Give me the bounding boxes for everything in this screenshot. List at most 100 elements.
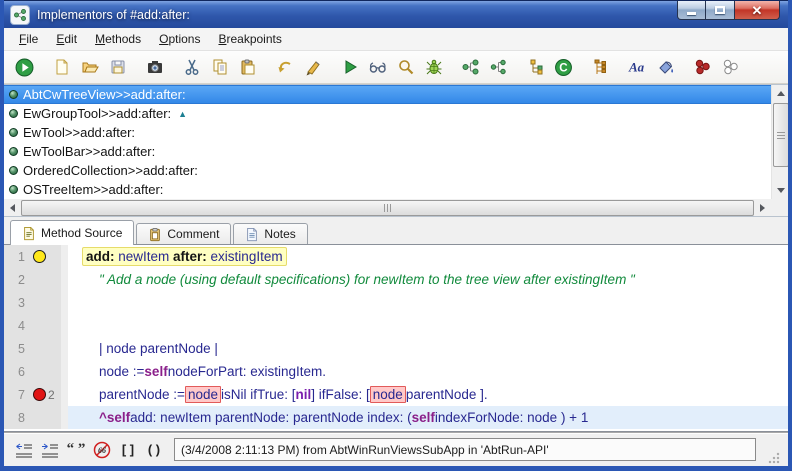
senders-graph-icon[interactable] — [458, 55, 483, 80]
implementor-row[interactable]: AbtCwTreeView>>add:after: — [4, 85, 771, 104]
breakpoint-gutter[interactable] — [30, 291, 61, 314]
parentheses-icon[interactable]: ( ) — [142, 439, 166, 461]
screenshot-icon[interactable] — [142, 55, 167, 80]
undo-icon[interactable] — [272, 55, 297, 80]
breakpoint-gutter[interactable] — [30, 245, 61, 268]
yellow-breakpoint-icon[interactable] — [33, 250, 46, 263]
editor-line-3[interactable]: 3 — [4, 291, 788, 314]
class-c-icon[interactable]: C — [551, 55, 576, 80]
code-segment: ^ — [99, 410, 107, 425]
tab-label: Notes — [264, 227, 295, 241]
window-controls: ✕ — [677, 1, 780, 20]
editor-line-7[interactable]: 7 2 parentNode := node isNil ifTrue: [ nil… — [4, 383, 788, 406]
red-breakpoint-icon[interactable] — [33, 388, 46, 401]
cut-icon[interactable] — [179, 55, 204, 80]
close-button[interactable]: ✕ — [734, 1, 780, 20]
code-line-text: add: newItem after: existingItem — [68, 245, 788, 268]
browse-spectacles-icon[interactable] — [365, 55, 390, 80]
breakpoint-gutter[interactable] — [30, 314, 61, 337]
resize-grip[interactable] — [768, 452, 780, 464]
code-line-text — [68, 291, 788, 314]
breakpoint-gutter[interactable] — [30, 268, 61, 291]
implementors-rows: AbtCwTreeView>>add:after:EwGroupTool>>ad… — [4, 85, 771, 199]
gutter-edge — [61, 337, 68, 360]
code-segment: indexForNode: node ) + 1 — [435, 410, 588, 425]
correct-icon[interactable] — [300, 55, 325, 80]
code-editor[interactable]: 1add: newItem after: existingItem2" Add … — [4, 244, 788, 432]
breakpoint-count: 2 — [48, 388, 55, 402]
list-horizontal-scrollbar[interactable] — [4, 199, 771, 216]
code-line-text: parentNode := node isNil ifTrue: [ nil ]… — [68, 383, 788, 406]
code-segment: ] ifFalse: [ — [311, 387, 370, 402]
vertical-scroll-thumb[interactable] — [773, 103, 789, 167]
menu-item-file[interactable]: File — [10, 30, 47, 48]
tab-method-source[interactable]: Method Source — [10, 220, 134, 245]
search-match-highlight: node — [370, 386, 406, 403]
remove-comment-icon[interactable]: 66 — [90, 439, 114, 461]
run-workspace-icon[interactable] — [12, 55, 37, 80]
line-number: 6 — [4, 360, 30, 383]
code-segment: parentNode := — [99, 387, 185, 402]
text-format-icon[interactable]: Aa — [625, 55, 650, 80]
menu-item-breakpoints[interactable]: Breakpoints — [209, 30, 290, 48]
search-icon[interactable] — [393, 55, 418, 80]
minimize-button[interactable] — [677, 1, 706, 20]
tab-comment[interactable]: Comment — [136, 223, 231, 244]
scroll-down-button[interactable] — [772, 182, 789, 199]
implementors-graph-icon[interactable] — [486, 55, 511, 80]
categories-grid-icon[interactable] — [588, 55, 613, 80]
brackets-icon[interactable]: [ ] — [116, 439, 140, 461]
code-segment: self — [412, 410, 435, 425]
menu-item-options[interactable]: Options — [150, 30, 209, 48]
editor-line-5[interactable]: 5| node parentNode | — [4, 337, 788, 360]
down-arrow-icon — [777, 188, 785, 193]
implementor-label: EwTool>>add:after: — [23, 125, 135, 140]
paste-icon[interactable] — [235, 55, 260, 80]
method-sphere-icon — [9, 147, 18, 156]
line-number: 7 — [4, 383, 30, 406]
highlight-icon[interactable] — [653, 55, 678, 80]
hierarchy-icon[interactable] — [523, 55, 548, 80]
editor-line-6[interactable]: 6node := self nodeForPart: existingItem. — [4, 360, 788, 383]
quotes-icon[interactable]: “ ” — [64, 439, 88, 461]
menu-item-methods[interactable]: Methods — [86, 30, 150, 48]
implementor-row[interactable]: OrderedCollection>>add:after: — [4, 161, 771, 180]
implementor-row[interactable]: EwToolBar>>add:after: — [4, 142, 771, 161]
implementor-row[interactable]: OSTreeItem>>add:after: — [4, 180, 771, 199]
open-icon[interactable] — [77, 55, 102, 80]
breakpoint-gutter[interactable] — [30, 337, 61, 360]
maximize-icon — [715, 6, 725, 14]
implementor-row[interactable]: EwTool>>add:after: — [4, 123, 771, 142]
copy-icon[interactable] — [207, 55, 232, 80]
code-segment: self — [107, 410, 130, 425]
new-method-icon[interactable] — [49, 55, 74, 80]
scroll-up-button[interactable] — [772, 85, 789, 102]
gutter-edge — [61, 245, 68, 268]
horizontal-scroll-thumb[interactable] — [21, 200, 754, 216]
breakpoints-disabled-icon[interactable] — [718, 55, 743, 80]
shift-right-icon[interactable] — [38, 439, 62, 461]
menu-item-edit[interactable]: Edit — [47, 30, 86, 48]
scroll-right-button[interactable] — [754, 199, 771, 216]
title-bar[interactable]: Implementors of #add:after: ✕ — [0, 0, 792, 28]
editor-line-2[interactable]: 2" Add a node (using default specificati… — [4, 268, 788, 291]
gutter-edge — [61, 291, 68, 314]
maximize-button[interactable] — [706, 1, 734, 20]
execute-icon[interactable] — [337, 55, 362, 80]
breakpoint-gutter[interactable] — [30, 406, 61, 429]
shift-left-icon[interactable] — [12, 439, 36, 461]
tab-notes[interactable]: Notes — [233, 223, 307, 244]
save-icon[interactable] — [105, 55, 130, 80]
editor-line-1[interactable]: 1add: newItem after: existingItem — [4, 245, 788, 268]
editor-line-4[interactable]: 4 — [4, 314, 788, 337]
debug-icon[interactable] — [421, 55, 446, 80]
implementor-row[interactable]: EwGroupTool>>add:after:▲ — [4, 104, 771, 123]
svg-text:66: 66 — [98, 446, 106, 455]
breakpoints-enabled-icon[interactable] — [690, 55, 715, 80]
breakpoint-gutter[interactable] — [30, 360, 61, 383]
editor-line-8[interactable]: 8^self add: newItem parentNode: parentNo… — [4, 406, 788, 429]
breakpoint-gutter[interactable]: 2 — [30, 383, 61, 406]
app-window: Implementors of #add:after: ✕ FileEditMe… — [0, 0, 792, 471]
scroll-left-button[interactable] — [4, 199, 21, 216]
list-vertical-scrollbar[interactable] — [771, 85, 788, 199]
